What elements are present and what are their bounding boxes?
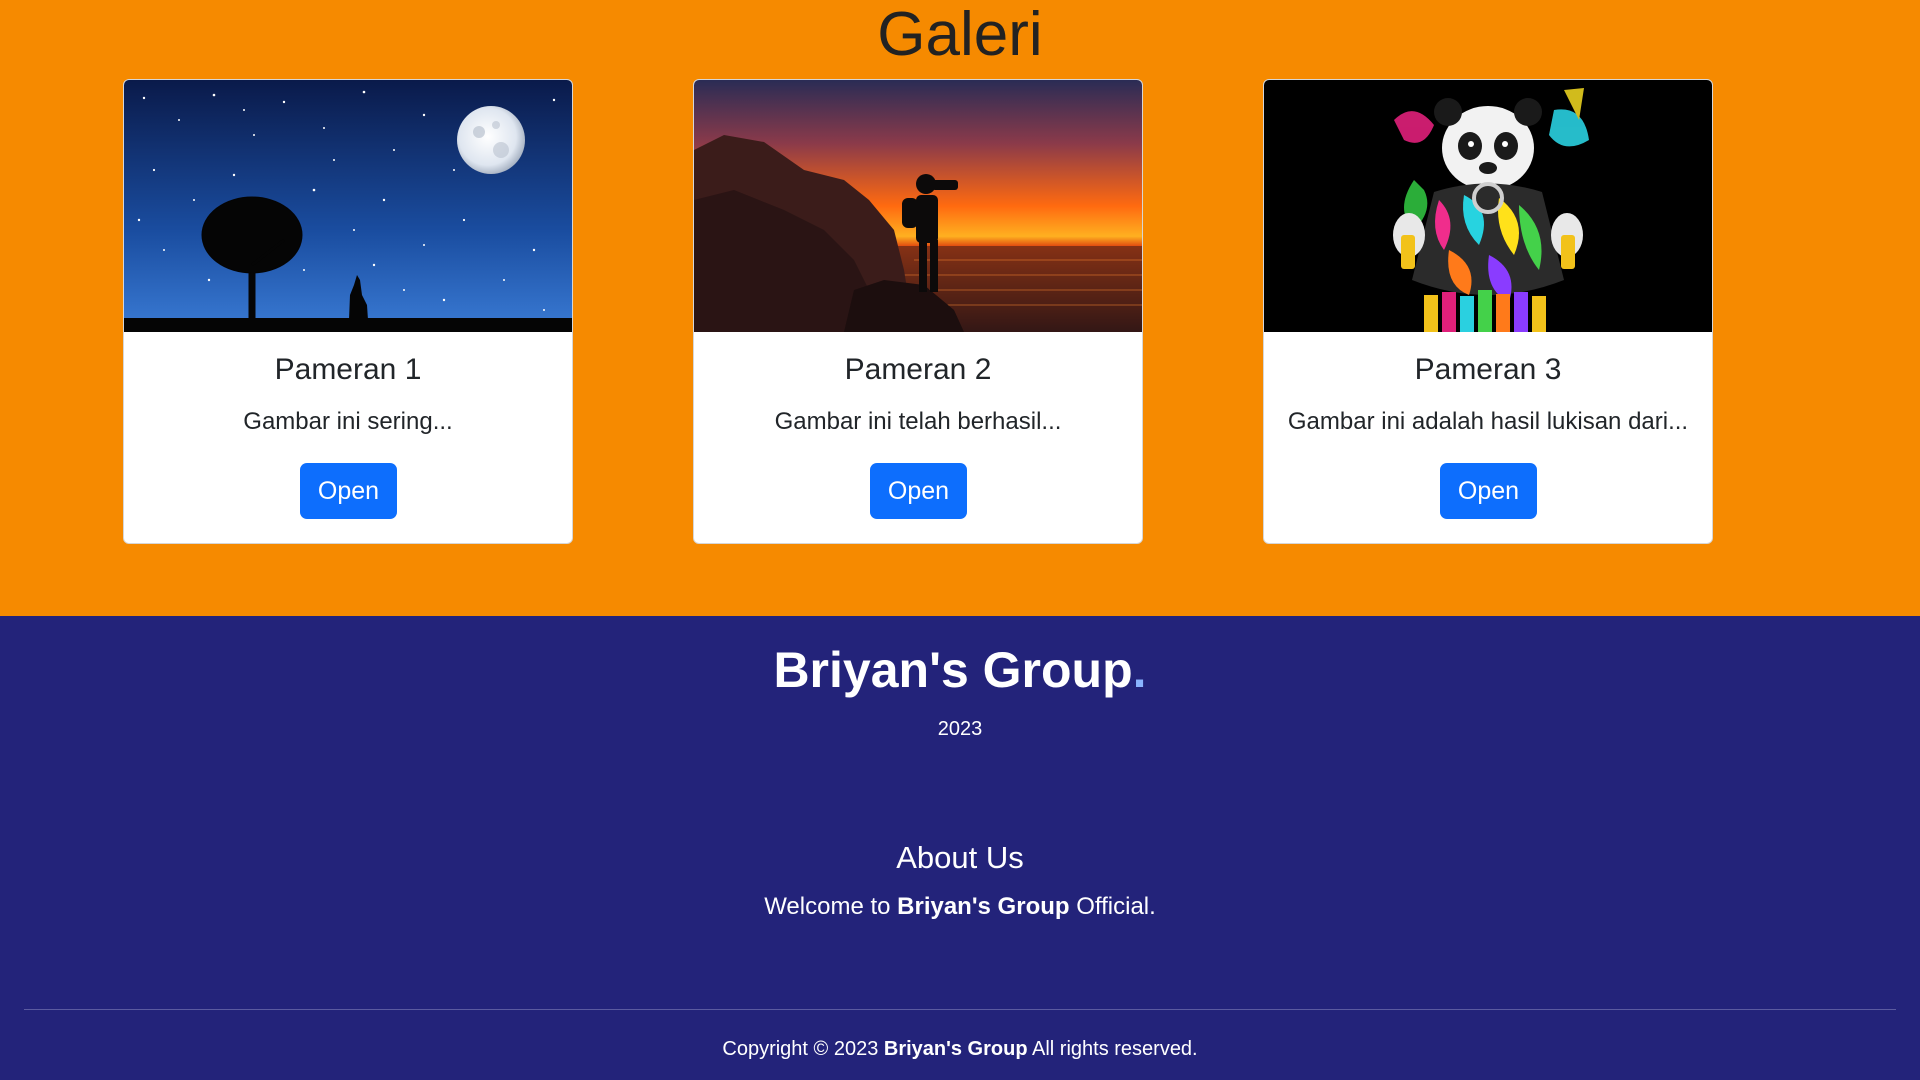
about-title: About Us	[896, 840, 1024, 875]
card-title: Pameran 3	[1414, 353, 1562, 386]
card-text: Gambar ini adalah hasil lukisan dari...	[1287, 408, 1689, 435]
open-button-2[interactable]: Open	[870, 463, 967, 519]
open-button-3[interactable]: Open	[1440, 463, 1537, 519]
open-button-1[interactable]: Open	[300, 463, 397, 519]
copyright-brand: Briyan's Group	[883, 1038, 1028, 1060]
footer-year: 2023	[937, 718, 983, 740]
copyright: Copyright © 2023 Briyan's Group All righ…	[0, 1036, 1920, 1062]
night-sky-tree-wolf-image	[124, 80, 572, 332]
gallery-card-2: Pameran 2 Gambar ini telah berhasil... O…	[693, 79, 1143, 544]
brand-name: Briyan's Group	[773, 642, 1133, 698]
about-suffix: Official.	[1069, 893, 1156, 920]
gallery-title: Galeri	[877, 0, 1043, 69]
about-text: Welcome to Briyan's Group Official.	[0, 891, 1920, 923]
card-title: Pameran 2	[844, 353, 992, 386]
graffiti-panda-image	[1264, 80, 1712, 332]
copyright-prefix: Copyright © 2023	[722, 1038, 884, 1060]
card-text: Gambar ini telah berhasil...	[774, 408, 1062, 435]
footer-divider	[24, 1009, 1896, 1010]
card-text: Gambar ini sering...	[243, 408, 453, 435]
brand-dot: .	[1132, 642, 1147, 698]
copyright-suffix: All rights reserved.	[1027, 1038, 1198, 1060]
footer: Briyan's Group. 2023 About Us Welcome to…	[0, 616, 1920, 1080]
about-brand: Briyan's Group	[897, 893, 1070, 920]
footer-brand: Briyan's Group.	[0, 638, 1920, 702]
card-title: Pameran 1	[274, 353, 422, 386]
gallery-section: Galeri Pameran 1 Gambar ini sering... Op…	[0, 0, 1920, 616]
about-prefix: Welcome to	[764, 893, 898, 920]
gallery-card-3: Pameran 3 Gambar ini adalah hasil lukisa…	[1263, 79, 1713, 544]
gallery-card-1: Pameran 1 Gambar ini sering... Open	[123, 79, 573, 544]
sunset-photographer-image	[694, 80, 1142, 332]
